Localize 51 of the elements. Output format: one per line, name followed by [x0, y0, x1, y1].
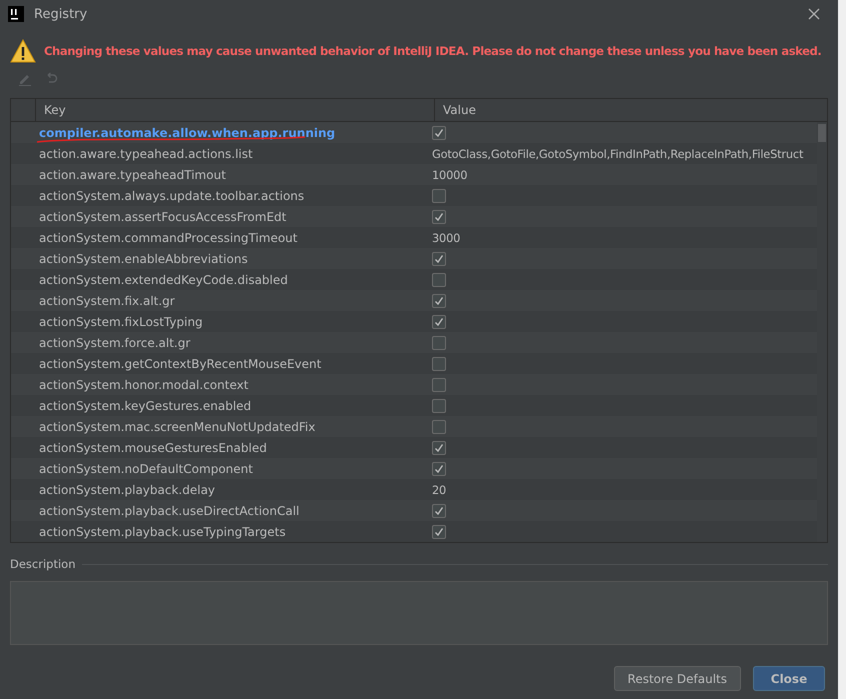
key-cell: actionSystem.assertFocusAccessFromEdt [39, 210, 286, 224]
checkbox[interactable] [432, 378, 446, 392]
key-cell: actionSystem.getContextByRecentMouseEvent [39, 356, 322, 370]
close-icon[interactable] [808, 8, 820, 20]
checkbox[interactable] [432, 462, 446, 476]
key-cell: actionSystem.enableAbbreviations [39, 252, 248, 266]
checkbox[interactable] [432, 188, 446, 202]
column-header[interactable]: Value [435, 99, 827, 121]
key-cell: actionSystem.commandProcessingTimeout [39, 230, 298, 244]
checkbox[interactable] [432, 252, 446, 266]
checkbox[interactable] [432, 524, 446, 538]
key-cell: actionSystem.fix.alt.gr [39, 294, 175, 308]
key-cell: actionSystem.always.update.toolbar.actions [39, 188, 304, 202]
checkbox[interactable] [432, 420, 446, 434]
checkbox[interactable] [432, 398, 446, 412]
key-cell: actionSystem.mac.screenMenuNotUpdatedFix [39, 420, 316, 434]
checkbox[interactable] [432, 336, 446, 350]
close-button[interactable]: Close [753, 666, 825, 691]
checkbox[interactable] [432, 294, 446, 308]
key-cell: actionSystem.keyGestures.enabled [39, 398, 252, 412]
key-cell: action.aware.typeahead.actions.list [39, 146, 253, 160]
key-cell: actionSystem.playback.useTypingTargets [39, 524, 286, 538]
value-cell: 3000 [432, 230, 460, 244]
key-cell: actionSystem.honor.modal.context [39, 378, 248, 392]
key-cell: action.aware.typeaheadTimout [39, 168, 226, 182]
key-cell: actionSystem.playback.delay [39, 482, 216, 496]
checkbox[interactable] [432, 210, 446, 224]
checkbox[interactable] [432, 126, 446, 140]
key-cell: compiler.automake.allow.when.app.running [39, 126, 336, 140]
checkbox[interactable] [432, 356, 446, 370]
checkbox[interactable] [432, 314, 446, 328]
restore-defaults-button[interactable]: Restore Defaults [614, 666, 741, 691]
key-cell: actionSystem.noDefaultComponent [39, 462, 253, 476]
value-cell: 10000 [432, 168, 468, 182]
scrollbar-thumb[interactable] [818, 124, 826, 142]
warning-message: Changing these values may cause unwanted behavior of IntelliJ IDEA. Please do not change these unless you have been asked. [44, 44, 822, 58]
key-cell: actionSystem.force.alt.gr [39, 336, 190, 350]
checkbox[interactable] [432, 272, 446, 286]
checkbox[interactable] [432, 504, 446, 518]
window-title: Registry [34, 6, 88, 22]
warning-icon [10, 39, 36, 63]
checkbox[interactable] [432, 440, 446, 454]
key-cell: actionSystem.fixLostTyping [39, 314, 203, 328]
app-logo-icon [8, 6, 24, 22]
key-cell: actionSystem.playback.useDirectActionCall [39, 504, 300, 518]
key-cell: actionSystem.extendedKeyCode.disabled [39, 272, 288, 286]
description-label: Description [10, 557, 76, 571]
column-header[interactable]: Key [36, 99, 435, 121]
value-cell: 20 [432, 482, 446, 496]
key-cell: actionSystem.mouseGesturesEnabled [39, 440, 267, 454]
value-cell: GotoClass,GotoFile,GotoSymbol,FindInPath,ReplaceInPath,FileStruct [432, 146, 804, 160]
